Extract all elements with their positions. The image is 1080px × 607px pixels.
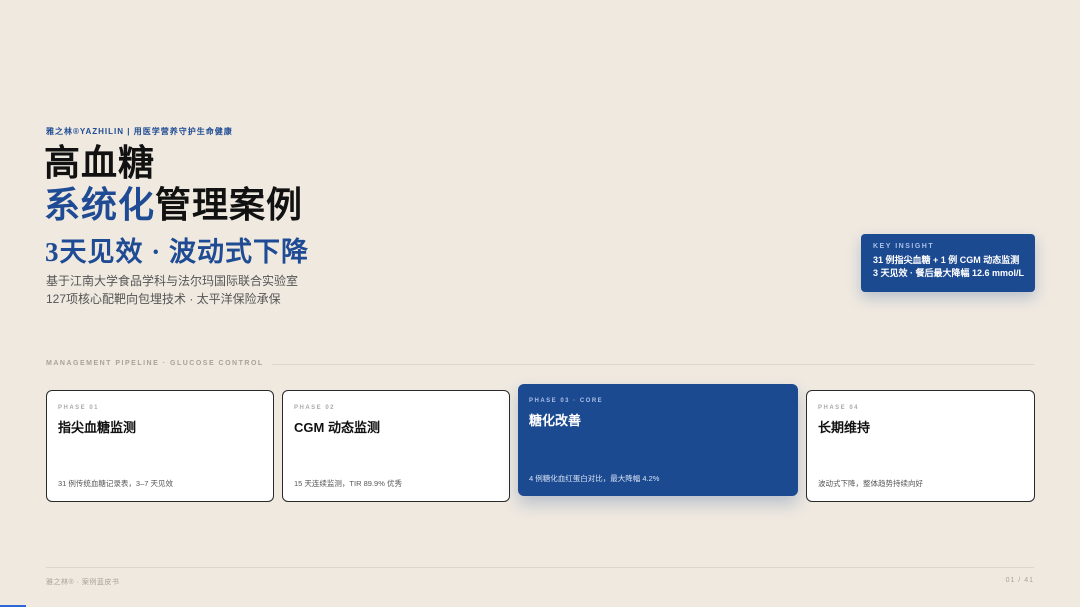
phase-title: 糖化改善	[529, 413, 582, 428]
phase-kicker: PHASE 01	[58, 405, 100, 411]
footer-divider	[46, 567, 1034, 568]
phase-kicker: PHASE 04	[818, 405, 860, 411]
title-line-1: 高血糖	[44, 142, 156, 183]
phase-kicker: PHASE 02	[294, 405, 336, 411]
insight-line-2: 3 天见效 · 餐后最大降幅 12.6 mmol/L	[873, 268, 1025, 278]
section-divider	[264, 364, 1034, 365]
page-description: 基于江南大学食品学科与法尔玛国际联合实验室 127项核心配靶向包埋技术 · 太平…	[46, 272, 298, 308]
phase-note: 4 例糖化血红蛋白对比，最大降幅 4.2%	[529, 474, 660, 483]
phase-title: 长期维持	[818, 420, 871, 435]
key-insight-card: KEY INSIGHT 31 例指尖血糖 + 1 例 CGM 动态监测 3 天见…	[861, 234, 1035, 292]
pipeline-section-header: MANAGEMENT PIPELINE · GLUCOSE CONTROL	[46, 360, 1034, 370]
phase-note: 15 天连续监测，TIR 89.9% 优秀	[294, 479, 402, 488]
phase-kicker: PHASE 03 · CORE	[529, 398, 604, 404]
phase-card-2[interactable]: PHASE 02 CGM 动态监测 15 天连续监测，TIR 89.9% 优秀	[282, 390, 510, 502]
title-line-2: 系统化管理案例	[44, 184, 303, 226]
title-rest: 管理案例	[155, 184, 304, 225]
pipeline-label: MANAGEMENT PIPELINE · GLUCOSE CONTROL	[46, 360, 272, 367]
brand-tagline: 雅之林®YAZHILIN | 用医学营养守护生命健康	[46, 127, 233, 136]
footer-source: 雅之林® · 案例蓝皮书	[46, 579, 120, 586]
phase-card-3-core[interactable]: PHASE 03 · CORE 糖化改善 4 例糖化血红蛋白对比，最大降幅 4.…	[518, 384, 798, 496]
phase-title: CGM 动态监测	[294, 420, 380, 435]
slide: 雅之林®YAZHILIN | 用医学营养守护生命健康 高血糖 系统化管理案例 3…	[0, 0, 1080, 607]
insight-kicker: KEY INSIGHT	[873, 243, 935, 250]
description-line-1: 基于江南大学食品学科与法尔玛国际联合实验室	[46, 274, 299, 288]
page-subtitle: 3天见效 · 波动式下降	[45, 237, 310, 267]
phase-card-1[interactable]: PHASE 01 指尖血糖监测 31 例传统血糖记录表，3–7 天见效	[46, 390, 274, 502]
phase-card-4[interactable]: PHASE 04 长期维持 波动式下降，整体趋势持续向好	[806, 390, 1035, 502]
phase-title: 指尖血糖监测	[58, 420, 137, 435]
phase-note: 31 例传统血糖记录表，3–7 天见效	[58, 479, 174, 488]
title-accent: 系统化	[44, 184, 156, 225]
insight-line-1: 31 例指尖血糖 + 1 例 CGM 动态监测	[873, 255, 1020, 265]
description-line-2: 127项核心配靶向包埋技术 · 太平洋保险承保	[46, 292, 281, 306]
page-number: 01 / 41	[1005, 577, 1034, 584]
page-title: 高血糖 系统化管理案例	[44, 142, 303, 226]
phase-note: 波动式下降，整体趋势持续向好	[818, 479, 923, 488]
